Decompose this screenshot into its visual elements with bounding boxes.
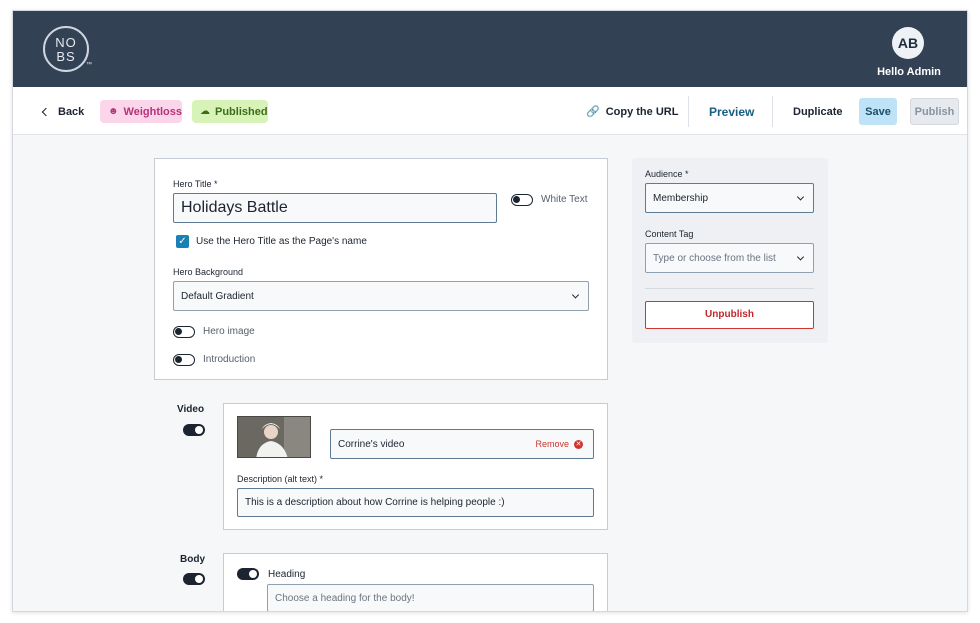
copy-url-button[interactable]: 🔗 Copy the URL xyxy=(586,100,678,123)
greeting-text: Hello Admin xyxy=(877,66,941,78)
close-icon: ✕ xyxy=(574,439,583,449)
toolbar-divider xyxy=(688,96,689,127)
copy-url-label: Copy the URL xyxy=(605,105,679,118)
heading-toggle[interactable] xyxy=(237,568,259,580)
toggle-knob xyxy=(195,426,203,434)
unpublish-button[interactable]: Unpublish xyxy=(645,301,814,329)
content-tag-placeholder: Type or choose from the list xyxy=(653,252,776,264)
logo-text-top: NO xyxy=(55,35,77,50)
white-text-label: White Text xyxy=(541,194,588,205)
body-toggle[interactable] xyxy=(183,573,205,585)
content-tag-label: Content Tag xyxy=(645,229,694,239)
hero-background-label: Hero Background xyxy=(173,267,244,277)
toggle-knob xyxy=(175,328,182,335)
audience-label: Audience * xyxy=(645,169,689,179)
white-text-toggle[interactable] xyxy=(511,194,533,206)
chevron-down-icon xyxy=(796,253,805,261)
use-title-checkbox[interactable]: ✓ xyxy=(176,235,189,248)
hero-title-label: Hero Title * xyxy=(173,179,218,189)
content-tag-select[interactable]: Type or choose from the list xyxy=(645,243,814,273)
publish-button[interactable]: Publish xyxy=(910,98,959,125)
description-label: Description (alt text) * xyxy=(237,474,324,484)
remove-video-button[interactable]: Remove ✕ xyxy=(535,439,583,449)
preview-button[interactable]: Preview xyxy=(709,100,754,123)
audience-select[interactable]: Membership xyxy=(645,183,814,213)
brand-logo[interactable]: NO BS ™ xyxy=(43,26,92,72)
link-icon: 🔗 xyxy=(586,106,600,118)
panel-divider xyxy=(645,288,814,289)
toggle-knob xyxy=(513,196,520,203)
status-badge[interactable]: ☁ Published xyxy=(192,100,268,123)
chevron-down-icon xyxy=(796,193,805,201)
duplicate-button[interactable]: Duplicate xyxy=(793,100,843,123)
save-button[interactable]: Save xyxy=(859,98,897,125)
introduction-label: Introduction xyxy=(203,354,256,365)
cloud-icon: ☁ xyxy=(200,106,210,117)
body-section-label: Body xyxy=(180,554,205,565)
chevron-left-icon xyxy=(41,107,51,116)
back-button[interactable]: Back xyxy=(41,100,85,123)
toggle-knob xyxy=(195,575,203,583)
toolbar-divider xyxy=(772,96,773,127)
heading-label: Heading xyxy=(268,569,306,580)
logo-trademark: ™ xyxy=(86,62,93,68)
back-label: Back xyxy=(58,105,85,118)
top-header: NO BS ™ AB Hello Admin xyxy=(13,11,967,87)
description-input[interactable]: This is a description about how Corrine … xyxy=(237,488,594,517)
video-section-label: Video xyxy=(177,404,205,415)
hero-card: Hero Title * Holidays Battle White Text … xyxy=(154,158,608,380)
toggle-knob xyxy=(249,570,257,578)
chevron-down-icon xyxy=(571,291,580,299)
hero-image-label: Hero image xyxy=(203,326,255,337)
hero-background-select[interactable]: Default Gradient xyxy=(173,281,589,311)
category-label: Weightloss xyxy=(123,105,183,118)
body-card: Heading Choose a heading for the body! xyxy=(223,553,608,611)
logo-text-bottom: BS xyxy=(56,49,76,64)
audience-value: Membership xyxy=(653,192,709,204)
hero-background-value: Default Gradient xyxy=(181,290,254,302)
hero-title-input[interactable]: Holidays Battle xyxy=(173,193,497,223)
app-window: NO BS ™ AB Hello Admin Back ☻ Weightloss… xyxy=(12,10,968,612)
introduction-toggle[interactable] xyxy=(173,354,195,366)
hero-image-toggle[interactable] xyxy=(173,326,195,338)
video-thumbnail[interactable] xyxy=(237,416,311,458)
video-name-field[interactable]: Corrine's video Remove ✕ xyxy=(330,429,594,459)
group-icon: ☻ xyxy=(108,106,119,117)
video-name: Corrine's video xyxy=(338,438,405,450)
video-thumbnail-image xyxy=(238,417,310,457)
video-card: Corrine's video Remove ✕ Description (al… xyxy=(223,403,608,530)
category-badge[interactable]: ☻ Weightloss xyxy=(100,100,182,123)
use-title-label: Use the Hero Title as the Page's name xyxy=(196,236,367,247)
heading-input[interactable]: Choose a heading for the body! xyxy=(267,584,594,611)
remove-label: Remove xyxy=(535,439,569,449)
status-label: Published xyxy=(215,105,268,118)
publish-settings-panel: Audience * Membership Content Tag Type o… xyxy=(632,158,828,343)
avatar[interactable]: AB xyxy=(892,27,924,59)
toolbar: Back ☻ Weightloss ☁ Published 🔗 Copy the… xyxy=(13,87,967,135)
toggle-knob xyxy=(175,356,182,363)
video-toggle[interactable] xyxy=(183,424,205,436)
